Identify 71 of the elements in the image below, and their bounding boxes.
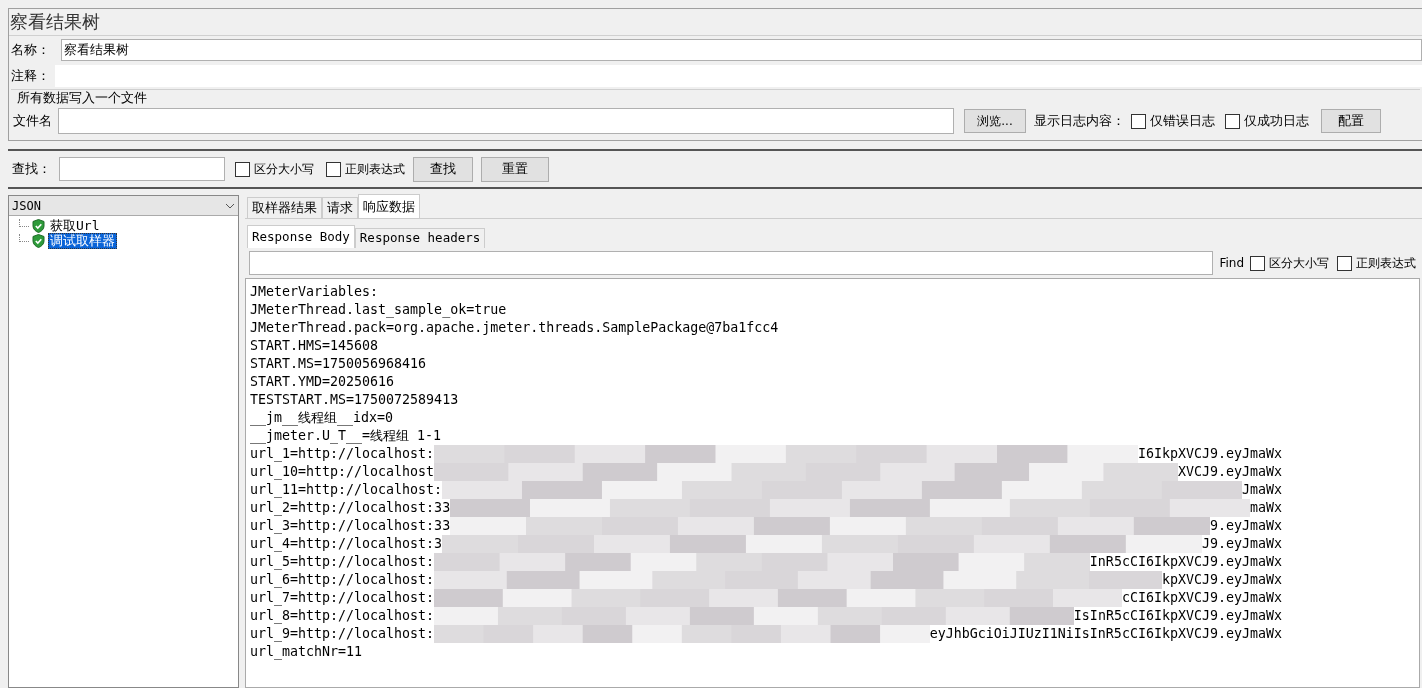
tab[interactable]: 取样器结果 <box>247 197 322 218</box>
text-line: eyJhbGciOiJIUzI1NiIsInR5cCI6IkpXVCJ9.eyJmaWx <box>929 625 1282 643</box>
text-line: url_9=http://localhost: <box>250 625 435 643</box>
find-label: Find <box>1219 255 1244 272</box>
text-line: JMeterThread.last_sample_ok=true <box>250 301 507 319</box>
text-line: url_4=http://localhost:3 <box>250 535 443 553</box>
text-line: 9.eyJmaWx <box>1209 517 1282 535</box>
file-name-label: 文件名 <box>13 112 52 131</box>
tab[interactable]: Response headers <box>354 228 486 248</box>
text-line: JmaWx <box>1241 481 1282 499</box>
checkbox[interactable] <box>1225 113 1240 129</box>
text-line: url_5=http://localhost: <box>250 553 435 571</box>
text-line: START.HMS=145608 <box>250 337 379 355</box>
find-field[interactable] <box>249 251 1214 275</box>
name-label: 名称： <box>10 40 51 59</box>
text-line: IsInR5cCI6IkpXVCJ9.eyJmaWx <box>1073 607 1282 625</box>
text-line: url_1=http://localhost: <box>250 445 435 463</box>
checkbox-label: 区分大小写 <box>1269 255 1329 272</box>
tab[interactable]: 请求 <box>322 197 358 218</box>
name-field[interactable]: 察看结果树 <box>61 38 1422 61</box>
find-button[interactable]: 查找 <box>413 156 473 182</box>
text-line: START.MS=1750056968416 <box>250 355 427 373</box>
checkbox[interactable] <box>1131 113 1146 129</box>
checkbox-label: 正则表达式 <box>345 161 405 178</box>
text-line: url_6=http://localhost: <box>250 571 435 589</box>
text-line: START.YMD=20250616 <box>250 373 395 391</box>
text-line: cCI6IkpXVCJ9.eyJmaWx <box>1121 589 1282 607</box>
text-line: url_matchNr=11 <box>250 643 363 661</box>
file-name-field[interactable] <box>58 108 954 134</box>
text-line: I6IkpXVCJ9.eyJmaWx <box>1137 445 1282 463</box>
panel-title: 察看结果树 <box>9 10 101 34</box>
checkbox-label: 仅成功日志 <box>1244 112 1309 131</box>
text-line: url_8=http://localhost: <box>250 607 435 625</box>
tab[interactable]: Response Body <box>247 225 355 248</box>
log-content-label: 显示日志内容： <box>1034 112 1125 131</box>
tree-item[interactable]: 调试取样器 <box>48 232 117 249</box>
search-label: 查找： <box>12 160 51 179</box>
text-line: TESTSTART.MS=1750072589413 <box>250 391 459 409</box>
text-line: J9.eyJmaWx <box>1201 535 1282 553</box>
checkbox-label: 仅错误日志 <box>1150 112 1215 131</box>
text-line: url_3=http://localhost:33 <box>250 517 451 535</box>
text-line: maWx <box>1249 499 1282 517</box>
checkbox[interactable] <box>326 161 341 177</box>
shield-check-icon <box>32 233 45 248</box>
checkbox-label: 正则表达式 <box>1356 255 1416 272</box>
text-line: url_10=http://localhost <box>250 463 435 481</box>
text-line: kpXVCJ9.eyJmaWx <box>1161 571 1282 589</box>
checkbox-label: 区分大小写 <box>254 161 314 178</box>
checkbox[interactable] <box>235 161 250 177</box>
text-line: url_11=http://localhost: <box>250 481 443 499</box>
chevron-down-icon <box>225 202 235 209</box>
renderer-dropdown[interactable]: JSON <box>9 196 238 216</box>
reset-button[interactable]: 重置 <box>481 156 549 182</box>
text-line: __jm__线程组__idx=0 <box>250 409 394 427</box>
search-field[interactable] <box>59 157 225 181</box>
text-line: __jmeter.U_T__=线程组 1-1 <box>250 427 442 445</box>
text-line: url_2=http://localhost:33 <box>250 499 451 517</box>
tree-item[interactable]: 获取Url <box>48 217 102 234</box>
group-legend: 所有数据写入一个文件 <box>11 90 153 106</box>
text-line: url_7=http://localhost: <box>250 589 435 607</box>
checkbox[interactable] <box>1250 255 1265 271</box>
text-line: XVCJ9.eyJmaWx <box>1177 463 1282 481</box>
text-line: InR5cCI6IkpXVCJ9.eyJmaWx <box>1089 553 1282 571</box>
browse-button[interactable]: 浏览... <box>964 109 1026 133</box>
comment-label: 注释： <box>10 67 51 86</box>
checkbox[interactable] <box>1337 255 1352 271</box>
config-button[interactable]: 配置 <box>1321 109 1381 133</box>
shield-check-icon <box>32 218 45 233</box>
tab[interactable]: 响应数据 <box>358 194 420 218</box>
text-line: JMeterThread.pack=org.apache.jmeter.threads.SamplePackage@7ba1fcc4 <box>250 319 779 337</box>
text-line: JMeterVariables: <box>250 283 379 301</box>
